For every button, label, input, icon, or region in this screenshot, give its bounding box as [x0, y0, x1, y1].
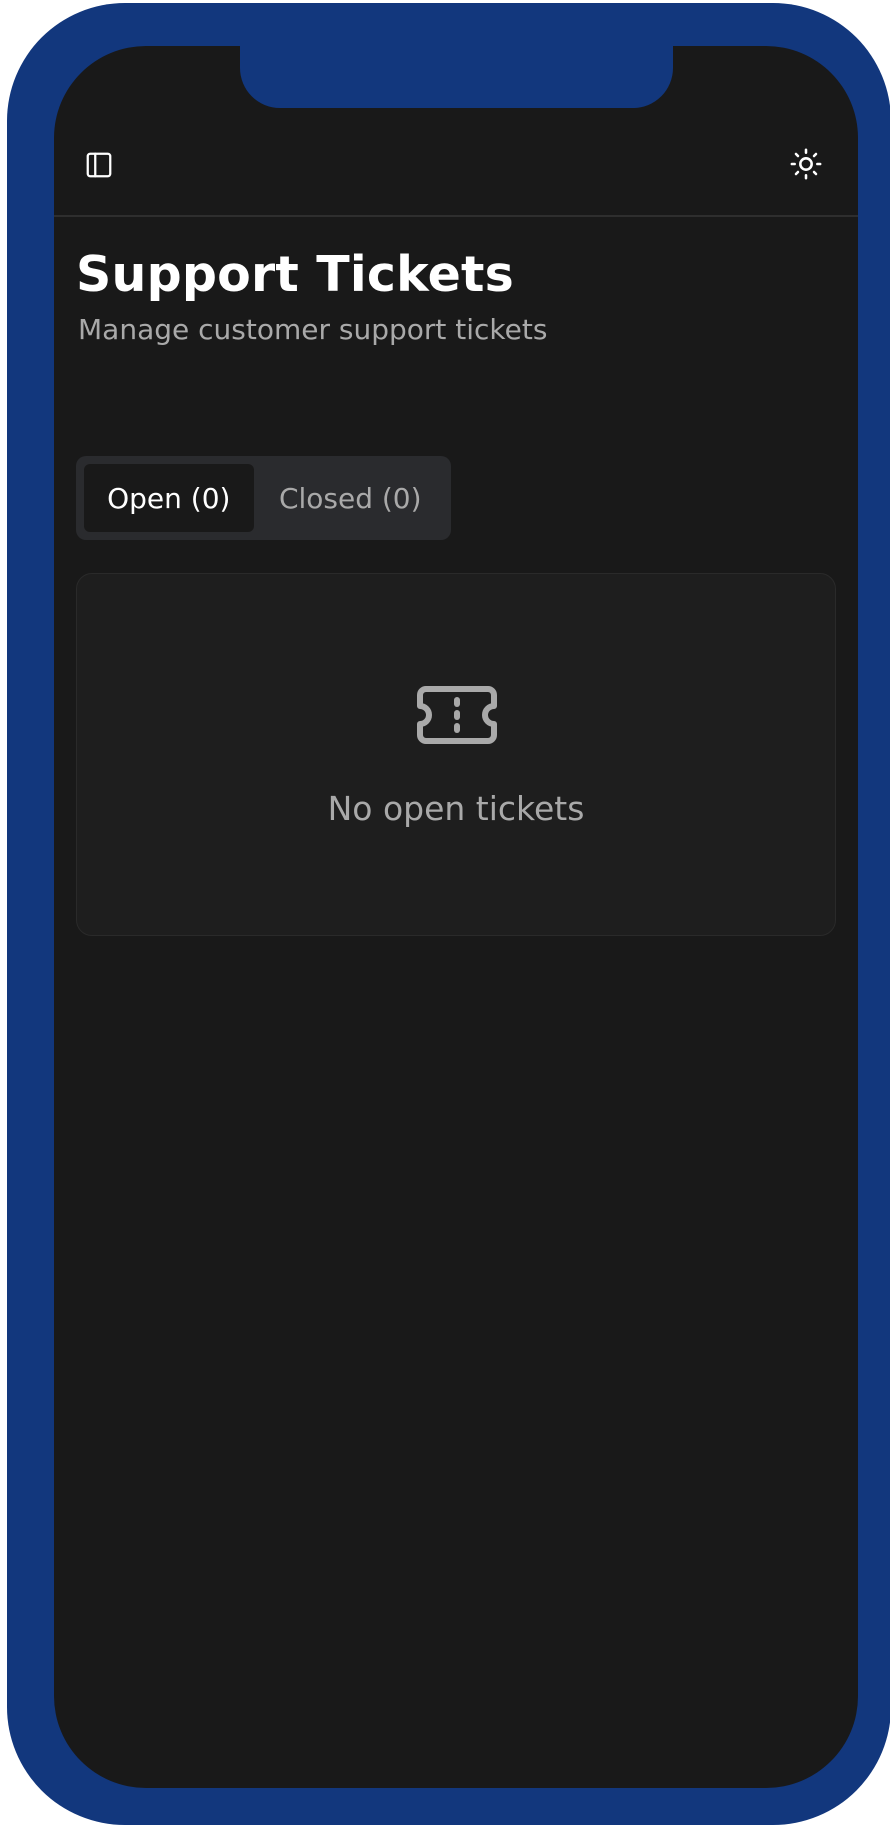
main-content: Support Tickets Manage customer support …	[76, 246, 836, 936]
theme-toggle-button[interactable]	[784, 142, 828, 186]
tab-closed[interactable]: Closed (0)	[258, 464, 443, 532]
empty-state-message: No open tickets	[327, 789, 585, 828]
page-subtitle: Manage customer support tickets	[78, 312, 548, 346]
sun-icon	[790, 148, 822, 180]
ticket-icon	[417, 686, 497, 744]
app-screen: Support Tickets Manage customer support …	[54, 46, 858, 1788]
tab-open[interactable]: Open (0)	[84, 464, 254, 532]
device-frame: Support Tickets Manage customer support …	[7, 3, 890, 1825]
ticket-tabs: Open (0) Closed (0)	[76, 456, 451, 540]
empty-state-card: No open tickets	[76, 573, 836, 936]
sidebar-panel-icon	[86, 152, 112, 178]
device-notch	[240, 46, 673, 108]
sidebar-toggle-button[interactable]	[77, 143, 121, 187]
page-title: Support Tickets	[76, 246, 514, 303]
